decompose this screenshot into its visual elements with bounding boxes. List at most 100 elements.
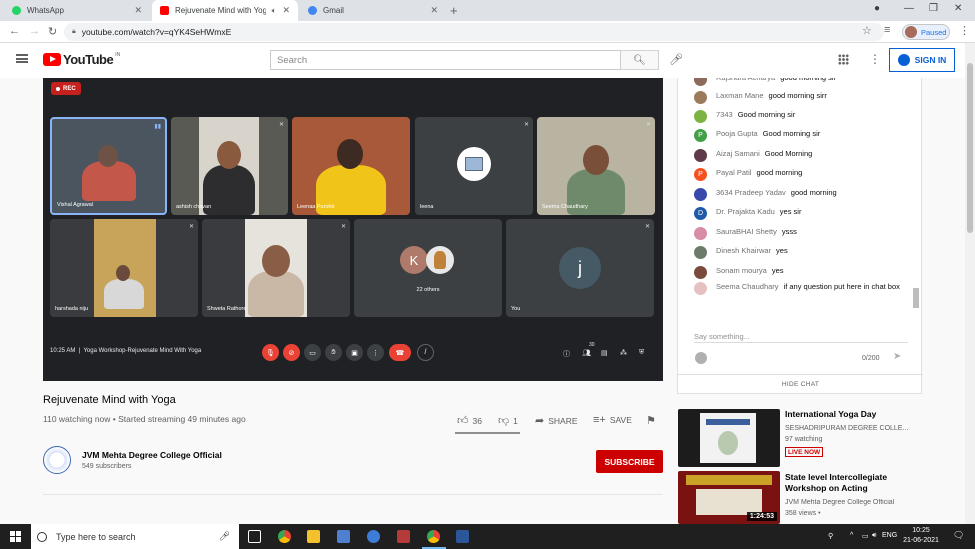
participant-tile[interactable]: ✕ Seema Chaudhary xyxy=(537,117,655,215)
channel-avatar[interactable] xyxy=(43,446,71,474)
app-icon[interactable] xyxy=(367,530,380,543)
share-button[interactable]: ➦ SHARE xyxy=(535,414,578,427)
close-icon[interactable]: ✕ xyxy=(134,5,142,16)
search-input[interactable]: Search xyxy=(270,50,621,70)
chat-author[interactable]: Payal Patil xyxy=(716,168,751,177)
participant-tile[interactable]: Leenaa Purohit xyxy=(292,117,410,215)
star-icon[interactable]: ☆ xyxy=(862,24,872,37)
speaker-icon[interactable]: 🔈︎ xyxy=(272,6,277,16)
video-player[interactable]: REC ▮▮ Vishal Agrawal ✕ ashish chavan Le… xyxy=(43,78,663,381)
recommendation-thumbnail[interactable] xyxy=(678,409,780,467)
chat-author[interactable]: Sonam mourya xyxy=(716,266,767,275)
present-icon[interactable]: ▣ xyxy=(346,344,363,361)
chrome-icon[interactable] xyxy=(278,530,291,543)
microphone-icon[interactable]: 🎤︎ xyxy=(219,531,230,542)
info-icon[interactable]: ⓘ xyxy=(563,349,570,359)
microphone-icon[interactable]: 🎤︎ xyxy=(669,53,683,66)
activities-icon[interactable]: ⁂ xyxy=(620,349,627,357)
chat-avatar[interactable] xyxy=(694,227,707,240)
chat-input[interactable]: Say something... xyxy=(694,332,750,341)
volume-icon[interactable]: 🔊︎ xyxy=(872,532,876,540)
chat-avatar[interactable] xyxy=(694,78,707,86)
chat-avatar[interactable] xyxy=(694,282,707,295)
recommendation-thumbnail[interactable]: 1:24:53 xyxy=(678,471,780,524)
host-controls-icon[interactable]: ⛨ xyxy=(639,349,644,357)
recommendation-title[interactable]: State level Intercollegiate Workshop on … xyxy=(785,472,915,494)
report-button[interactable]: ⚑ xyxy=(646,414,660,427)
tab-youtube[interactable]: Rejuvenate Mind with Yoga 🔈︎ ✕ xyxy=(152,0,298,21)
send-icon[interactable]: ➤ xyxy=(893,351,901,362)
chat-avatar[interactable]: P xyxy=(694,129,707,142)
captions-icon[interactable]: ▭ xyxy=(304,344,321,361)
language-indicator[interactable]: ENG xyxy=(882,532,897,539)
chat-author[interactable]: SauraBHAI Shetty xyxy=(716,227,777,236)
settings-menu-icon[interactable]: ⋮ xyxy=(869,52,881,66)
hide-chat-button[interactable]: HIDE CHAT xyxy=(678,374,923,394)
tab-gmail[interactable]: Gmail ✕ xyxy=(300,0,446,21)
forward-icon[interactable]: → xyxy=(29,25,40,37)
people-icon[interactable]: ⚲ xyxy=(828,532,833,540)
chat-scrollbar[interactable] xyxy=(913,288,919,308)
chat-icon[interactable]: ▤ xyxy=(601,349,608,357)
dislike-button[interactable]: 👎︎ 1 xyxy=(498,414,518,427)
end-call-icon[interactable]: ☎︎ xyxy=(389,344,411,361)
network-icon[interactable]: ▭ xyxy=(862,532,869,540)
profile-button[interactable]: Paused xyxy=(902,24,950,40)
close-icon[interactable]: ✕ xyxy=(282,5,290,16)
emoji-icon[interactable] xyxy=(695,352,707,364)
chat-author[interactable]: Laxman Mane xyxy=(716,91,764,100)
windows-start-icon[interactable] xyxy=(10,531,21,542)
chat-author[interactable]: Dinesh Khairwar xyxy=(716,246,771,255)
participant-tile[interactable]: ✕ harshada niju xyxy=(50,219,198,317)
subscribe-button[interactable]: SUBSCRIBE xyxy=(596,450,663,473)
document-app-icon[interactable] xyxy=(337,530,350,543)
chevron-up-icon[interactable]: ^ xyxy=(850,532,853,539)
minimize-icon[interactable]: — xyxy=(904,3,914,14)
reading-list-icon[interactable]: ≡ xyxy=(884,24,890,36)
participant-tile[interactable]: j ✕ You xyxy=(506,219,654,317)
participant-tile[interactable]: ✕ Shweta Rathore xyxy=(202,219,350,317)
notifications-icon[interactable]: 🗨︎ xyxy=(953,530,964,541)
chrome-icon[interactable] xyxy=(427,530,440,543)
back-icon[interactable]: ← xyxy=(9,25,20,37)
people-icon[interactable]: 👥︎ xyxy=(582,349,591,357)
file-explorer-icon[interactable] xyxy=(307,530,320,543)
snipping-tool-icon[interactable] xyxy=(397,530,410,543)
save-button[interactable]: ≡+ SAVE xyxy=(593,414,632,426)
raise-hand-icon[interactable]: ✋︎ xyxy=(325,344,342,361)
camera-off-icon[interactable]: ⊘ xyxy=(283,344,300,361)
menu-icon[interactable] xyxy=(16,54,28,63)
recommendation-channel[interactable]: SESHADRIPURAM DEGREE COLLE... xyxy=(785,425,915,432)
taskbar-search-input[interactable]: Type here to search 🎤︎ xyxy=(31,524,239,549)
more-options-icon[interactable]: ⋮ xyxy=(367,344,384,361)
chat-message-list[interactable]: Rajshara Acharya good morning sir Laxman M… xyxy=(678,78,918,304)
chat-author[interactable]: 3634 Pradeep Yadav xyxy=(716,188,786,197)
browser-menu-icon[interactable]: ⋮ xyxy=(959,24,970,37)
chat-avatar[interactable] xyxy=(694,149,707,162)
participant-tile[interactable]: ▮▮ Vishal Agrawal xyxy=(50,117,167,215)
chat-avatar[interactable] xyxy=(694,246,707,259)
chat-author[interactable]: Seema Chaudhary xyxy=(716,282,779,291)
close-icon[interactable]: ✕ xyxy=(430,5,438,16)
chat-author[interactable]: Dr. Prajakta Kadu xyxy=(716,207,775,216)
chat-avatar[interactable] xyxy=(694,188,707,201)
participant-tile[interactable]: K 22 others xyxy=(354,219,502,317)
mic-off-icon[interactable]: 🎙︎ xyxy=(262,344,279,361)
media-control-icon[interactable]: ● xyxy=(874,3,880,14)
reload-icon[interactable]: ↻ xyxy=(48,25,57,38)
tab-whatsapp[interactable]: WhatsApp ✕ xyxy=(4,0,150,21)
clock[interactable]: 10:25 21-06-2021 xyxy=(900,526,942,546)
chat-avatar[interactable]: D xyxy=(694,207,707,220)
like-button[interactable]: 👍︎ 36 xyxy=(457,414,482,427)
chat-avatar[interactable] xyxy=(694,110,707,123)
task-view-icon[interactable] xyxy=(248,530,261,543)
chat-author[interactable]: Rajshara Acharya xyxy=(716,78,775,82)
page-scrollbar[interactable] xyxy=(965,43,975,524)
youtube-logo[interactable]: YouTube IN xyxy=(43,52,120,67)
maximize-icon[interactable]: ❐ xyxy=(929,3,938,14)
channel-name[interactable]: JVM Mehta Degree College Official xyxy=(82,450,222,460)
word-icon[interactable] xyxy=(456,530,469,543)
new-tab-icon[interactable]: + xyxy=(450,3,458,18)
sign-in-button[interactable]: SIGN IN xyxy=(889,48,955,72)
participant-tile[interactable]: ✕ ashish chavan xyxy=(171,117,288,215)
